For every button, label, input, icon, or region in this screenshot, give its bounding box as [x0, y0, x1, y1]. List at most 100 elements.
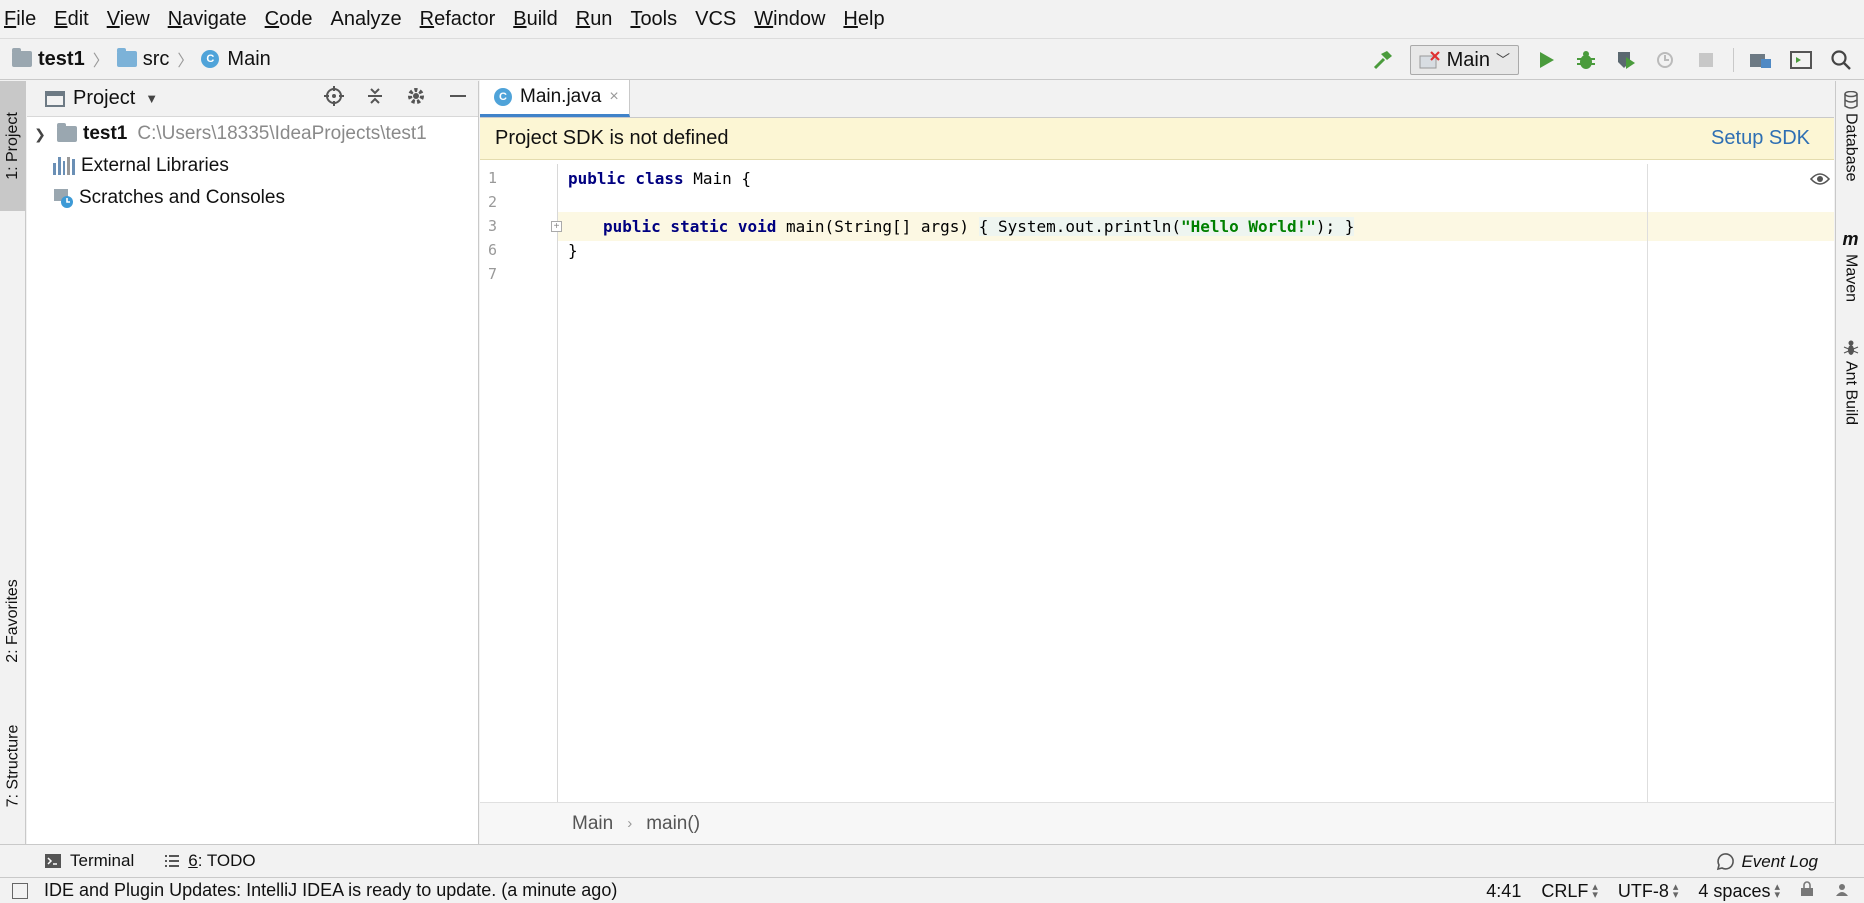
updown-arrows-icon: ▴ ▾: [1774, 881, 1780, 901]
tab-project[interactable]: 1: Project: [0, 81, 26, 211]
status-bar: IDE and Plugin Updates: IntelliJ IDEA is…: [0, 877, 1864, 903]
terminal-button[interactable]: Terminal: [44, 851, 134, 871]
stop-icon[interactable]: [1693, 47, 1719, 73]
class-icon: C: [201, 50, 220, 68]
line-separator-widget[interactable]: CRLF ▴ ▾: [1541, 881, 1598, 902]
code-editor[interactable]: 1 2 3 6 7 + public class Main { public s…: [480, 164, 1834, 802]
close-icon[interactable]: ×: [609, 88, 618, 106]
class-icon: C: [494, 88, 512, 106]
tree-item-external-libraries[interactable]: External Libraries: [27, 150, 478, 182]
tab-ant-build[interactable]: Ant Build: [1836, 339, 1864, 425]
left-tool-stripe: 1: Project 2: Favorites 7: Structure: [0, 81, 26, 844]
tab-favorites[interactable]: 2: Favorites: [0, 561, 26, 681]
caret-position[interactable]: 4:41: [1486, 881, 1521, 902]
tab-database[interactable]: Database: [1836, 91, 1864, 182]
lock-icon[interactable]: [1800, 880, 1814, 902]
right-tool-stripe: Database m Maven Ant Build: [1835, 81, 1864, 844]
inspector-icon[interactable]: [1834, 881, 1850, 902]
todo-button[interactable]: 6: TODO: [164, 851, 256, 871]
menu-code[interactable]: Code: [265, 8, 313, 31]
tab-structure[interactable]: 7: Structure: [0, 701, 26, 831]
menu-navigate[interactable]: Navigate: [168, 8, 247, 31]
menu-build[interactable]: Build: [513, 8, 557, 31]
chevron-down-icon[interactable]: ▼: [145, 91, 158, 106]
chevron-right-icon[interactable]: ❯: [27, 126, 53, 143]
indent-widget[interactable]: 4 spaces ▴ ▾: [1698, 881, 1780, 902]
breadcrumb-project[interactable]: test1 〉: [12, 47, 117, 71]
profile-icon[interactable]: [1653, 47, 1679, 73]
banner-message: Project SDK is not defined: [495, 127, 729, 149]
updown-arrows-icon: ▴ ▾: [1592, 881, 1598, 901]
tree-item-label: test1: [83, 123, 128, 144]
breadcrumb-separator: ›: [627, 815, 633, 832]
tree-item-path: C:\Users\18335\IdeaProjects\test1: [137, 123, 427, 144]
minimize-icon[interactable]: [448, 86, 468, 112]
todo-list-icon: [165, 855, 180, 867]
sdk-notification-banner: Project SDK is not defined Setup SDK: [480, 118, 1834, 160]
line-number: 7: [488, 265, 498, 283]
locate-target-icon[interactable]: [324, 86, 344, 112]
menu-analyze[interactable]: Analyze: [330, 8, 401, 31]
event-log-icon: [1717, 852, 1735, 870]
setup-sdk-link[interactable]: Setup SDK: [1711, 127, 1810, 150]
tree-item-label: Scratches and Consoles: [79, 187, 285, 208]
ant-icon: [1843, 340, 1858, 355]
breadcrumb-src[interactable]: src 〉: [116, 47, 202, 71]
menu-help[interactable]: Help: [843, 8, 884, 31]
collapse-all-icon[interactable]: [366, 86, 384, 112]
terminal-icon: [45, 854, 61, 868]
encoding-widget[interactable]: UTF-8 ▴ ▾: [1618, 881, 1679, 902]
navigation-bar: test1 〉 src 〉 C Main Main ﹀: [0, 38, 1864, 80]
breadcrumb-separator: 〉: [177, 53, 194, 70]
status-toggle-icon[interactable]: [12, 883, 28, 899]
menu-edit[interactable]: Edit: [54, 8, 88, 31]
tab-main-java[interactable]: C Main.java ×: [480, 80, 630, 117]
editor-breadcrumb: Main › main(): [480, 802, 1834, 844]
breadcrumb-class[interactable]: Main: [572, 813, 613, 835]
tree-item-test1[interactable]: ❯ test1 C:\Users\18335\IdeaProjects\test…: [27, 118, 478, 150]
project-view-selector[interactable]: Project: [73, 87, 135, 110]
coverage-icon[interactable]: [1613, 47, 1639, 73]
tree-item-label: External Libraries: [81, 155, 229, 176]
project-structure-icon[interactable]: [1748, 47, 1774, 73]
search-everywhere-icon[interactable]: [1828, 47, 1854, 73]
source-folder-icon: [116, 48, 137, 67]
run-configuration-selector[interactable]: Main ﹀: [1409, 45, 1519, 75]
fold-expand-icon[interactable]: +: [551, 221, 562, 232]
maven-icon: m: [1842, 229, 1859, 249]
chevron-down-icon: ﹀: [1496, 52, 1510, 68]
line-gutter: 1 2 3 6 7: [480, 164, 558, 802]
menu-run[interactable]: Run: [576, 8, 613, 31]
event-log-button[interactable]: Event Log: [1715, 845, 1818, 878]
project-folder-icon: [12, 48, 32, 67]
project-panel-header: Project ▼: [27, 81, 478, 117]
menu-vcs[interactable]: VCS: [695, 8, 736, 31]
tab-label: Main.java: [520, 86, 602, 107]
right-margin-guide: [1647, 164, 1648, 802]
code-line-6: }: [568, 241, 578, 260]
project-view-icon: [45, 90, 65, 107]
breadcrumb-separator: 〉: [92, 53, 109, 70]
updown-arrows-icon: ▴ ▾: [1672, 881, 1679, 901]
status-message[interactable]: IDE and Plugin Updates: IntelliJ IDEA is…: [44, 880, 617, 901]
run-icon[interactable]: [1533, 47, 1559, 73]
menu-refactor[interactable]: Refactor: [420, 8, 496, 31]
menu-window[interactable]: Window: [754, 8, 825, 31]
tab-maven[interactable]: m Maven: [1836, 229, 1864, 302]
breadcrumb-class[interactable]: C Main: [201, 48, 271, 71]
gear-icon[interactable]: [406, 86, 426, 112]
menu-tools[interactable]: Tools: [630, 8, 677, 31]
toolbar-separator: [1733, 48, 1734, 72]
breadcrumb-method[interactable]: main(): [646, 813, 700, 835]
menu-view[interactable]: View: [107, 8, 150, 31]
code-line-3: public static void main(String[] args) {…: [603, 217, 1355, 236]
code-line-1: public class Main {: [568, 169, 752, 188]
editor-area: C Main.java × Project SDK is not defined…: [480, 80, 1834, 844]
debug-bug-icon[interactable]: [1573, 47, 1599, 73]
run-anything-icon[interactable]: [1788, 47, 1814, 73]
tree-item-scratches[interactable]: Scratches and Consoles: [27, 182, 478, 214]
reader-mode-eye-icon[interactable]: [1809, 170, 1831, 192]
menu-bar: File Edit View Navigate Code Analyze Ref…: [0, 0, 1864, 38]
menu-file[interactable]: File: [4, 8, 36, 31]
build-hammer-icon[interactable]: [1370, 47, 1396, 73]
